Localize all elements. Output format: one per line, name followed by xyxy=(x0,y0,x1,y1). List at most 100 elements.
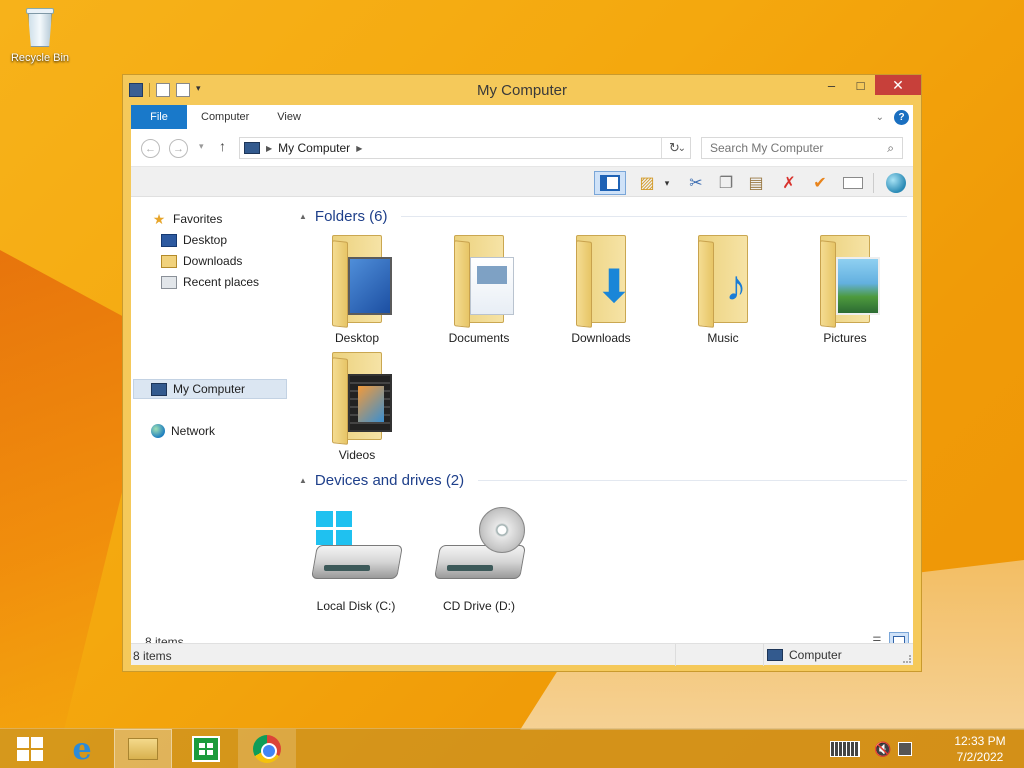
nav-item-downloads[interactable]: Downloads xyxy=(161,252,242,270)
taskbar-store[interactable] xyxy=(176,729,236,768)
delete-button[interactable]: ✗ xyxy=(776,171,802,195)
breadcrumb-my-computer[interactable]: My Computer xyxy=(278,141,350,155)
close-button[interactable]: ✕ xyxy=(875,75,921,95)
taskbar-file-explorer[interactable] xyxy=(114,729,172,768)
recent-places-icon xyxy=(161,275,177,289)
folder-documents[interactable]: Documents xyxy=(429,235,529,347)
resize-grip[interactable] xyxy=(903,655,911,663)
title-bar[interactable]: ▾ My Computer – □ ✕ xyxy=(123,75,921,105)
windows-logo-icon xyxy=(316,511,352,545)
drive-local-disk-c[interactable]: Local Disk (C:) xyxy=(301,507,411,617)
properties-button[interactable]: ▨ xyxy=(634,171,660,195)
collapse-triangle-icon[interactable]: ▲ xyxy=(299,476,307,485)
expand-ribbon-chevron-icon[interactable]: ⌄ xyxy=(876,112,884,123)
clock-date: 7/2/2022 xyxy=(956,750,1004,764)
window-title: My Computer xyxy=(476,82,568,99)
nav-item-recent-places[interactable]: Recent places xyxy=(161,273,259,291)
minimize-button[interactable]: – xyxy=(817,75,846,95)
folder-icon xyxy=(322,352,392,448)
folder-label: Documents xyxy=(448,331,510,345)
desktop-icon xyxy=(161,233,177,247)
copy-button[interactable]: ❐ xyxy=(713,171,739,195)
paste-button[interactable]: ▤ xyxy=(743,171,769,195)
search-input[interactable] xyxy=(710,141,880,155)
taskbar-internet-explorer[interactable]: e xyxy=(52,729,112,768)
nav-favorites[interactable]: ★ Favorites xyxy=(151,210,223,228)
drive-cd-d[interactable]: CD Drive (D:) xyxy=(424,507,534,617)
clock[interactable]: 12:33 PM 7/2/2022 xyxy=(940,733,1020,765)
devices-group-header[interactable]: ▲ Devices and drives (2) xyxy=(299,472,907,489)
folders-group-header[interactable]: ▲ Folders (6) xyxy=(299,208,907,225)
folder-downloads[interactable]: ⬇ Downloads xyxy=(551,235,651,347)
computer-icon xyxy=(244,142,260,154)
preview-pane-button[interactable] xyxy=(594,171,626,195)
folder-desktop[interactable]: Desktop xyxy=(307,235,407,347)
keyboard-icon xyxy=(830,741,860,757)
select-icon xyxy=(843,177,863,189)
hard-drive-icon xyxy=(310,507,403,589)
ribbon-tabs: File Computer View ⌄ ? xyxy=(131,105,913,129)
nav-item-desktop[interactable]: Desktop xyxy=(161,231,227,249)
recent-locations-chevron-icon[interactable]: ▾ xyxy=(199,141,204,152)
map-network-drive-button[interactable] xyxy=(883,171,909,195)
touch-keyboard-button[interactable] xyxy=(830,729,860,768)
address-row: ← → ▾ ↑ ▶ My Computer ▶ ⌄ ↻ ⌕ xyxy=(131,129,913,167)
computer-icon xyxy=(767,649,783,661)
divider xyxy=(675,644,676,666)
tab-view[interactable]: View xyxy=(263,105,315,129)
help-icon[interactable]: ? xyxy=(894,109,909,125)
file-explorer-icon xyxy=(128,738,158,760)
store-icon xyxy=(192,736,220,762)
refresh-button[interactable]: ↻ xyxy=(661,138,687,158)
drive-label: Local Disk (C:) xyxy=(316,599,396,613)
taskbar-chrome[interactable] xyxy=(238,729,296,768)
folder-icon: ♪ xyxy=(688,235,758,331)
forward-button[interactable]: → xyxy=(169,139,188,158)
folder-music[interactable]: ♪ Music xyxy=(673,235,773,347)
collapse-triangle-icon[interactable]: ▲ xyxy=(299,212,307,221)
volume-button[interactable]: 🔇 xyxy=(874,729,891,768)
folder-icon xyxy=(810,235,880,331)
address-bar[interactable]: ▶ My Computer ▶ ⌄ xyxy=(239,137,691,159)
folder-videos[interactable]: Videos xyxy=(307,352,407,464)
command-toolbar: ▨ ▾ ✂ ❐ ▤ ✗ ✔ xyxy=(131,167,913,197)
divider xyxy=(763,644,764,666)
network-icon xyxy=(898,742,912,756)
breadcrumb-arrow-icon[interactable]: ▶ xyxy=(266,144,272,153)
folder-icon xyxy=(322,235,392,331)
group-header-label: Devices and drives (2) xyxy=(314,472,465,489)
back-button[interactable]: ← xyxy=(141,139,160,158)
folder-icon xyxy=(444,235,514,331)
file-view: ▲ Folders (6) Desktop Documents ⬇ Downlo… xyxy=(291,197,909,629)
maximize-button[interactable]: □ xyxy=(846,75,875,95)
windows-logo-icon xyxy=(17,737,43,761)
nav-item-my-computer[interactable]: My Computer xyxy=(151,380,245,398)
cd-disc-icon xyxy=(479,507,525,553)
tab-computer[interactable]: Computer xyxy=(187,105,263,129)
internet-explorer-icon: e xyxy=(72,731,92,767)
drive-label: CD Drive (D:) xyxy=(443,599,515,613)
breadcrumb-arrow-icon[interactable]: ▶ xyxy=(356,144,362,153)
desktop-icon-recycle-bin[interactable]: Recycle Bin xyxy=(6,6,74,64)
tab-file[interactable]: File xyxy=(131,105,187,129)
layout-icon xyxy=(600,175,620,191)
nav-item-label: My Computer xyxy=(173,382,246,396)
start-button[interactable] xyxy=(0,729,60,768)
rename-button[interactable]: ✔ xyxy=(807,171,833,195)
search-box[interactable]: ⌕ xyxy=(701,137,903,159)
network-tray-button[interactable] xyxy=(898,729,912,768)
cut-button[interactable]: ✂ xyxy=(683,171,709,195)
status-item-count: 8 items xyxy=(133,649,172,663)
folder-label: Videos xyxy=(338,448,376,462)
downloads-icon xyxy=(161,254,177,268)
nav-item-network[interactable]: Network xyxy=(151,422,215,440)
chevron-down-icon[interactable]: ▾ xyxy=(661,171,673,195)
group-header-label: Folders (6) xyxy=(314,208,388,225)
select-all-button[interactable] xyxy=(840,171,866,195)
search-icon[interactable]: ⌕ xyxy=(887,141,894,156)
up-button[interactable]: ↑ xyxy=(219,138,226,154)
recycle-bin-icon xyxy=(23,6,57,50)
folder-pictures[interactable]: Pictures xyxy=(795,235,895,347)
status-zone-label: Computer xyxy=(789,648,842,662)
folder-icon: ⬇ xyxy=(566,235,636,331)
